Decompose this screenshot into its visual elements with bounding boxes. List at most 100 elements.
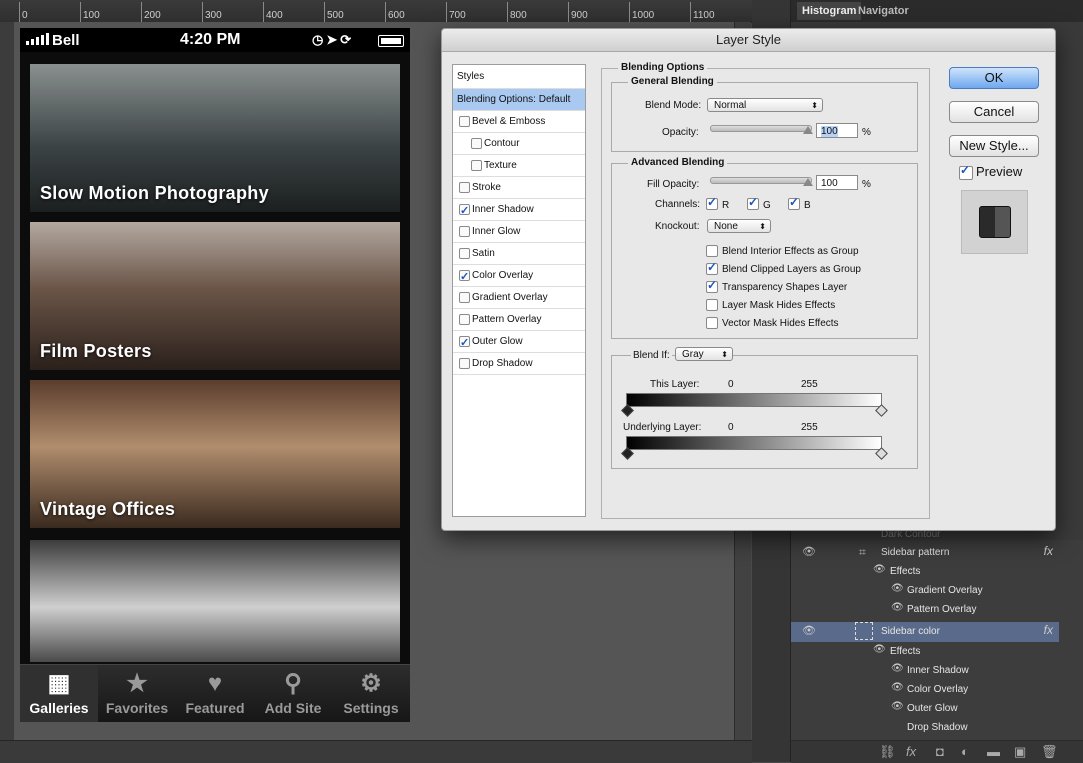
new-style-button[interactable]: New Style... (949, 135, 1039, 157)
vector-mask-hides-checkbox[interactable] (706, 317, 718, 329)
checkbox[interactable] (459, 226, 470, 237)
status-time: 4:20 PM (180, 31, 241, 48)
style-item-stroke[interactable]: Stroke (453, 177, 585, 199)
style-item-satin[interactable]: Satin (453, 243, 585, 265)
checkbox[interactable] (459, 292, 470, 303)
visibility-eye-icon[interactable]: 👁 (891, 663, 904, 674)
gallery-card[interactable]: Film Posters (30, 222, 400, 370)
effects-row[interactable]: 👁 Effects (791, 642, 1059, 661)
layer-row[interactable]: 👁 ⌗ Sidebar pattern fx (791, 543, 1059, 562)
new-group-icon[interactable]: ▬ (987, 744, 1000, 759)
visibility-eye-icon[interactable]: 👁 (891, 583, 904, 594)
gallery-card-title: Film Posters (40, 341, 152, 361)
style-item-pattern-overlay[interactable]: Pattern Overlay (453, 309, 585, 331)
fx-icon[interactable]: fx (1044, 544, 1053, 558)
style-item-gradient-overlay[interactable]: Gradient Overlay (453, 287, 585, 309)
dialog-title[interactable]: Layer Style (442, 29, 1055, 52)
checkbox[interactable] (459, 248, 470, 259)
tab-navigator[interactable]: Navigator (858, 5, 909, 17)
effect-row[interactable]: 👁 Gradient Overlay (791, 581, 1059, 600)
knockout-select[interactable]: None ⬍ (707, 219, 771, 233)
gallery-card[interactable]: Slow Motion Photography (30, 64, 400, 212)
channel-g-checkbox[interactable] (747, 195, 759, 210)
visibility-eye-icon[interactable]: 👁 (891, 602, 904, 613)
status-bar: Bell 4:20 PM ◷➤⟳ (20, 28, 410, 52)
underlying-layer-gradient-slider[interactable] (626, 436, 882, 450)
effect-row[interactable]: Drop Shadow (791, 718, 1059, 737)
visibility-eye-icon[interactable]: 👁 (802, 545, 816, 558)
visibility-eye-icon[interactable]: 👁 (873, 564, 886, 575)
tab-favorites[interactable]: ★ Favorites (98, 665, 176, 722)
tab-featured[interactable]: ♥ Featured (176, 665, 254, 722)
checkbox[interactable] (459, 314, 470, 325)
style-item-drop-shadow[interactable]: Drop Shadow (453, 353, 585, 375)
tab-settings[interactable]: ⚙ Settings (332, 665, 410, 722)
blend-mode-select[interactable]: Normal ⬍ (707, 98, 823, 112)
style-item-outer-glow[interactable]: Outer Glow (453, 331, 585, 354)
visibility-eye-icon[interactable]: 👁 (891, 701, 904, 712)
effect-row[interactable]: 👁 Outer Glow (791, 699, 1059, 718)
checkbox[interactable] (471, 160, 482, 171)
layer-row-selected[interactable]: 👁 Sidebar color fx (791, 622, 1059, 642)
style-item-contour[interactable]: Contour (453, 133, 585, 155)
visibility-eye-icon[interactable]: 👁 (873, 644, 886, 655)
layer-mask-hides-checkbox[interactable] (706, 299, 718, 311)
ruler-tick: 800 (507, 2, 527, 22)
shape-layer-icon: ⌗ (859, 545, 866, 559)
new-layer-icon[interactable]: ▣ (1014, 744, 1026, 760)
canvas-horizontal-scrollbar[interactable] (0, 740, 752, 763)
checkbox-checked[interactable] (459, 201, 470, 222)
cancel-button[interactable]: Cancel (949, 101, 1039, 123)
tab-histogram[interactable]: Histogram (797, 2, 862, 20)
style-item-bevel-emboss[interactable]: Bevel & Emboss (453, 111, 585, 133)
channel-r-checkbox[interactable] (706, 195, 718, 210)
checkbox[interactable] (471, 138, 482, 149)
fx-icon[interactable]: fx (1044, 623, 1053, 637)
tab-add-site[interactable]: ⚲ Add Site (254, 665, 332, 722)
blend-if-select[interactable]: Gray ⬍ (675, 347, 733, 361)
gallery-card[interactable] (30, 540, 400, 662)
fill-opacity-slider[interactable] (710, 177, 813, 186)
link-layers-icon[interactable]: ⛓ (879, 744, 896, 760)
blend-clipped-checkbox[interactable] (706, 260, 718, 275)
style-item-color-overlay[interactable]: Color Overlay (453, 265, 585, 288)
slider-thumb[interactable] (803, 178, 813, 186)
style-item-inner-shadow[interactable]: Inner Shadow (453, 199, 585, 222)
slider-thumb[interactable] (803, 126, 813, 134)
delete-layer-icon[interactable]: 🗑 (1041, 744, 1058, 760)
style-item-inner-glow[interactable]: Inner Glow (453, 221, 585, 243)
effect-row[interactable]: 👁 Color Overlay (791, 680, 1059, 699)
tab-galleries[interactable]: ▦ Galleries (20, 665, 98, 722)
channel-b-checkbox[interactable] (788, 195, 800, 210)
visibility-eye-icon[interactable]: 👁 (891, 682, 904, 693)
checkbox[interactable] (459, 116, 470, 127)
layers-panel: Dark Contour 👁 ⌗ Sidebar pattern fx 👁 Ef… (791, 529, 1083, 740)
gallery-card[interactable]: Vintage Offices (30, 380, 400, 528)
fill-opacity-input[interactable]: 100 (816, 175, 858, 190)
checkbox-checked[interactable] (459, 267, 470, 288)
style-item-blending-options[interactable]: Blending Options: Default (453, 89, 585, 111)
gallery-card-title: Vintage Offices (40, 499, 176, 519)
styles-header[interactable]: Styles (453, 65, 585, 89)
underlying-min: 0 (728, 422, 734, 433)
opacity-slider[interactable] (710, 125, 813, 134)
ok-button[interactable]: OK (949, 67, 1039, 89)
effect-row[interactable]: 👁 Inner Shadow (791, 661, 1059, 680)
effect-row[interactable]: 👁 Pattern Overlay (791, 600, 1059, 619)
add-mask-icon[interactable]: ◘ (936, 744, 944, 759)
effects-row[interactable]: 👁 Effects (791, 562, 1059, 581)
adjustment-layer-icon[interactable]: ◐ (961, 744, 969, 759)
add-style-icon[interactable]: fx (906, 744, 916, 759)
visibility-eye-icon[interactable]: 👁 (802, 624, 816, 637)
blend-interior-checkbox[interactable] (706, 245, 718, 257)
checkbox[interactable] (459, 182, 470, 193)
preview-checkbox[interactable] (959, 163, 973, 180)
styles-list: Styles Blending Options: Default Bevel &… (452, 64, 586, 517)
checkbox[interactable] (459, 358, 470, 369)
this-layer-gradient-slider[interactable] (626, 393, 882, 407)
checkbox-checked[interactable] (459, 333, 470, 354)
transparency-shapes-checkbox[interactable] (706, 278, 718, 293)
general-blending-group (611, 82, 918, 152)
opacity-input[interactable]: 100 (816, 123, 858, 138)
style-item-texture[interactable]: Texture (453, 155, 585, 177)
